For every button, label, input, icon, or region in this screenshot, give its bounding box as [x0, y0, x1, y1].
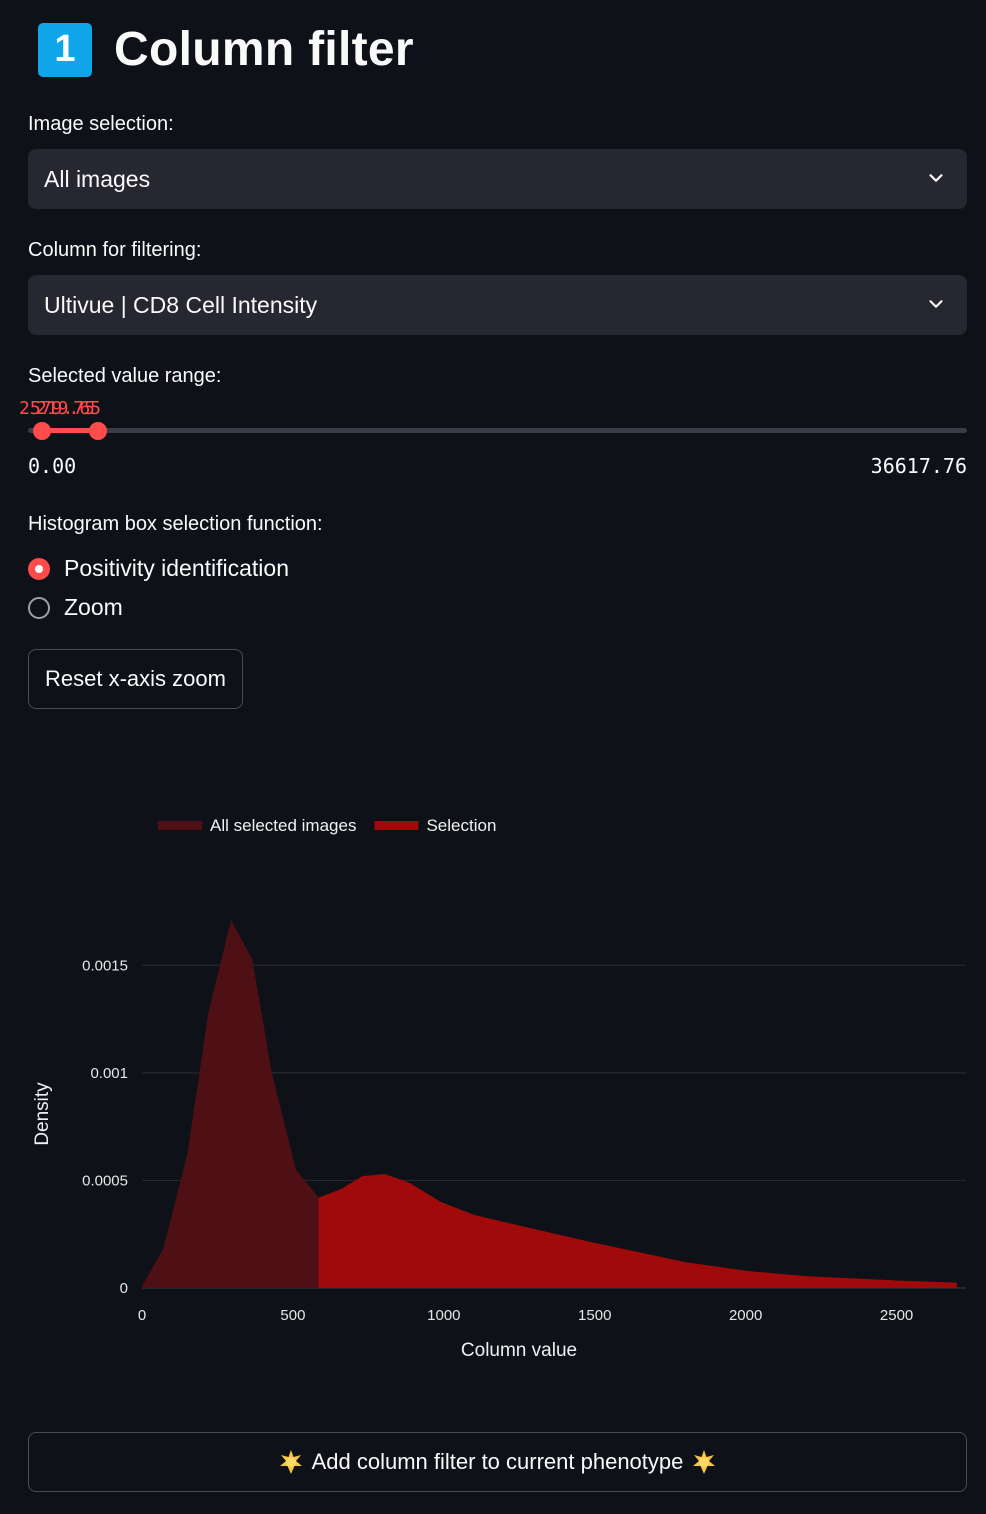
- series-area-selection[interactable]: [318, 1173, 957, 1288]
- low-value-readout: 219.65: [36, 398, 102, 419]
- value-range-slider[interactable]: 2579.75 219.65 0.00 36617.76: [19, 398, 967, 478]
- column-selection-dropdown[interactable]: Ultivue | CD8 Cell Intensity: [28, 275, 967, 335]
- y-tick-label: 0.001: [90, 1065, 128, 1082]
- x-tick-label: 2500: [880, 1307, 913, 1324]
- reset-x-axis-zoom-button[interactable]: Reset x-axis zoom: [28, 649, 243, 709]
- radio-selected-icon[interactable]: [28, 557, 50, 580]
- radio-label: Zoom: [64, 594, 123, 620]
- sparkle-icon: [279, 1450, 302, 1474]
- legend-swatch[interactable]: [374, 821, 419, 830]
- image-selection-dropdown[interactable]: All images: [28, 149, 967, 209]
- page-header: 1 Column filter: [38, 22, 414, 77]
- chevron-down-icon: [929, 300, 943, 308]
- y-axis-title: Density: [32, 1082, 53, 1146]
- add-filter-label: Add column filter to current phenotype: [311, 1449, 684, 1474]
- range-max-label: 36617.76: [870, 454, 967, 478]
- density-histogram-chart[interactable]: 0 0.0005 0.001 0.0015 0 500 1000 1500 2000 2500 Co…: [0, 760, 986, 1400]
- slider-track[interactable]: [28, 428, 967, 433]
- x-axis-title: Column value: [461, 1340, 577, 1361]
- chevron-down-icon: [929, 174, 943, 182]
- column-selection-label: Column for filtering:: [28, 239, 202, 261]
- x-tick-label: 0: [138, 1307, 146, 1324]
- x-tick-label: 2000: [729, 1307, 762, 1324]
- image-selection-value: All images: [44, 165, 151, 192]
- y-tick-label: 0.0005: [82, 1172, 128, 1189]
- legend-label[interactable]: Selection: [426, 816, 496, 835]
- x-tick-label: 1500: [578, 1307, 611, 1324]
- y-tick-label: 0.0015: [82, 957, 128, 974]
- range-min-label: 0.00: [28, 454, 77, 478]
- value-range-label: Selected value range:: [28, 365, 222, 387]
- histogram-function-label: Histogram box selection function:: [28, 513, 323, 535]
- y-tick-label: 0: [120, 1280, 128, 1297]
- page-title: Column filter: [114, 23, 414, 76]
- legend-label[interactable]: All selected images: [210, 816, 356, 835]
- add-column-filter-button[interactable]: Add column filter to current phenotype: [28, 1432, 967, 1492]
- slider-high-handle[interactable]: [88, 422, 107, 440]
- step-number-badge: 1: [38, 22, 92, 77]
- slider-low-handle[interactable]: [32, 422, 51, 440]
- x-tick-label: 1000: [427, 1307, 460, 1324]
- radio-zoom[interactable]: Zoom: [28, 594, 123, 621]
- legend-swatch[interactable]: [158, 821, 202, 830]
- radio-positivity-identification[interactable]: Positivity identification: [28, 555, 289, 582]
- radio-label: Positivity identification: [64, 555, 289, 581]
- sparkle-icon: [693, 1450, 716, 1474]
- series-area-all-selected-images[interactable]: [142, 920, 319, 1288]
- image-selection-label: Image selection:: [28, 113, 174, 135]
- column-selection-value: Ultivue | CD8 Cell Intensity: [44, 291, 318, 318]
- x-tick-label: 500: [280, 1307, 305, 1324]
- radio-unselected-icon[interactable]: [28, 596, 50, 619]
